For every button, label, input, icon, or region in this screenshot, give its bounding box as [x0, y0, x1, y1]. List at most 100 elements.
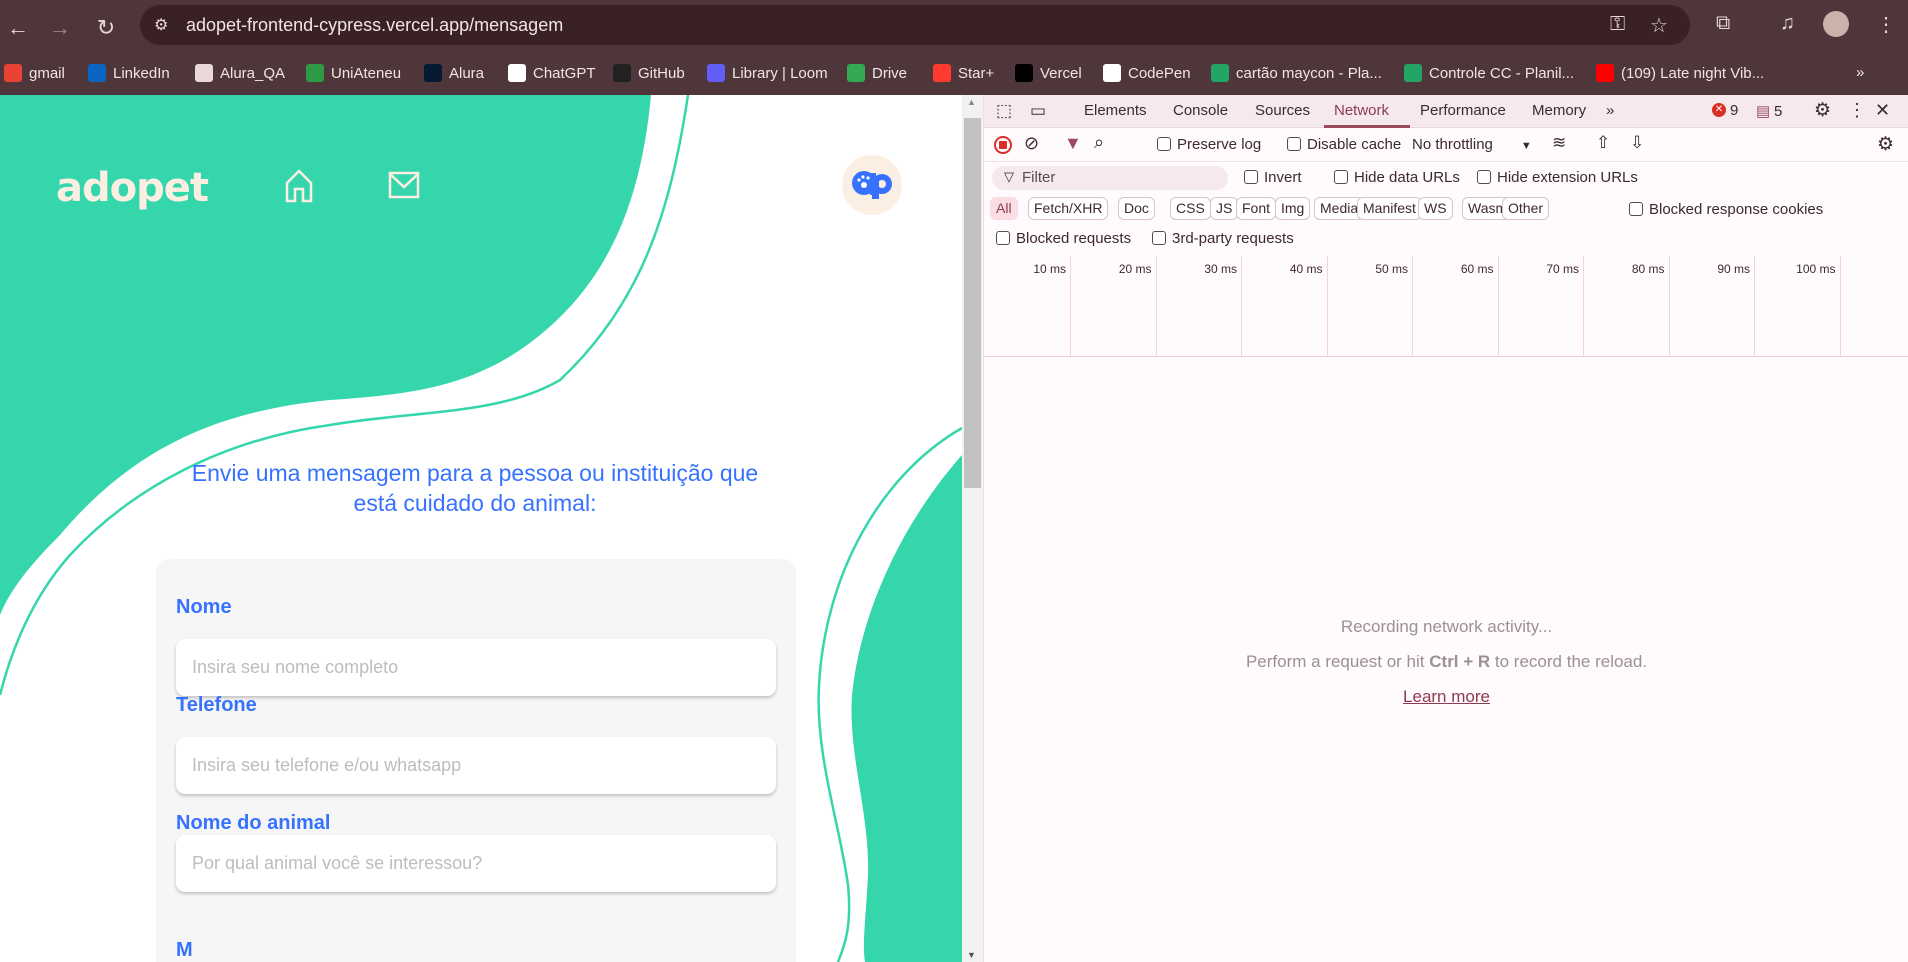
filter-funnel-icon[interactable]: ▼ [1064, 133, 1082, 154]
type-filter-all[interactable]: All [990, 197, 1018, 220]
network-settings-icon[interactable]: ⚙ [1877, 133, 1894, 156]
timeline-gridline [1070, 256, 1071, 356]
bookmark-item[interactable]: Vercel [1015, 64, 1082, 82]
back-button[interactable]: ← [0, 10, 36, 46]
tab-memory[interactable]: Memory [1532, 102, 1586, 119]
bookmark-item[interactable]: LinkedIn [88, 64, 170, 82]
reload-button[interactable]: ↻ [88, 10, 124, 46]
bookmark-item[interactable]: gmail [4, 64, 65, 82]
preserve-log-checkbox[interactable]: Preserve log [1157, 136, 1261, 153]
scrollbar-thumb[interactable] [964, 118, 981, 488]
blocked-response-cookies-checkbox[interactable]: Blocked response cookies [1629, 201, 1823, 218]
type-filter-other[interactable]: Other [1502, 197, 1550, 220]
tab-console[interactable]: Console [1173, 102, 1228, 119]
profile-avatar[interactable] [1823, 11, 1849, 37]
scroll-up-icon[interactable]: ▲ [967, 97, 976, 107]
bookmark-item[interactable]: GitHub [613, 64, 685, 82]
throttling-select[interactable]: No throttling ▼ [1412, 136, 1532, 153]
bookmark-label: Library | Loom [732, 64, 828, 82]
tab-sources[interactable]: Sources [1255, 102, 1310, 119]
error-count[interactable]: 9 [1730, 102, 1738, 119]
timeline-gridline [1668, 256, 1670, 356]
tab-performance[interactable]: Performance [1420, 102, 1506, 119]
bookmark-item[interactable]: Alura [424, 64, 484, 82]
tab-network[interactable]: Network [1334, 102, 1389, 119]
network-overview-timeline[interactable]: 10 ms 20 ms 30 ms 40 ms 50 ms 60 ms 70 ms 80 ms… [984, 256, 1908, 357]
inspect-element-icon[interactable]: ⬚ [996, 101, 1012, 121]
type-filter-ws[interactable]: WS [1418, 197, 1453, 220]
media-icon[interactable]: ♫ [1780, 12, 1795, 35]
bookmark-item[interactable]: (109) Late night Vib... [1596, 64, 1764, 82]
disable-cache-checkbox[interactable]: Disable cache [1287, 136, 1401, 153]
device-toolbar-icon[interactable]: ▭ [1030, 101, 1046, 121]
forward-button[interactable]: → [42, 10, 78, 46]
type-filter-doc[interactable]: Doc [1118, 197, 1155, 220]
warning-count[interactable]: 5 [1774, 103, 1782, 120]
close-devtools-icon[interactable]: ✕ [1875, 100, 1890, 121]
timeline-tick-label: 10 ms [1033, 262, 1066, 276]
bookmark-item[interactable]: Drive [847, 64, 907, 82]
timeline-tick-label: 30 ms [1204, 262, 1237, 276]
timeline-tick-label: 90 ms [1717, 262, 1750, 276]
filter-input[interactable]: ▽ Filter [992, 166, 1228, 190]
type-filter-fetchxhr[interactable]: Fetch/XHR [1028, 197, 1109, 220]
type-filter-css[interactable]: CSS [1170, 197, 1211, 220]
scroll-down-icon[interactable]: ▼ [967, 950, 976, 960]
timeline-gridline [1155, 256, 1157, 356]
bookmark-item[interactable]: CodePen [1103, 64, 1191, 82]
timeline-tick-label: 70 ms [1546, 262, 1579, 276]
blocked-requests-checkbox[interactable]: Blocked requests [996, 230, 1131, 247]
more-tabs-icon[interactable]: » [1606, 102, 1614, 119]
empty-title: Recording network activity... [1340, 617, 1553, 636]
adopet-logo[interactable]: adopet [56, 165, 209, 211]
mail-icon[interactable] [388, 171, 420, 199]
search-icon[interactable]: ⌕ [1094, 132, 1104, 153]
bookmark-item[interactable]: Alura_QA [195, 64, 285, 82]
active-tab-indicator [1324, 125, 1410, 128]
export-har-icon[interactable]: ⇩ [1630, 133, 1644, 153]
key-icon[interactable]: ⚿ [1610, 13, 1625, 36]
warning-icon[interactable]: ▤ [1756, 102, 1770, 120]
timeline-gridline [1839, 256, 1841, 356]
more-bookmarks-icon[interactable]: » [1856, 64, 1864, 81]
phone-label: Telefone [176, 694, 257, 716]
site-info-icon[interactable]: ⚙ [154, 15, 168, 35]
bookmark-item[interactable]: Library | Loom [707, 64, 828, 82]
clear-icon[interactable]: ⊘ [1024, 133, 1039, 154]
hide-data-urls-checkbox[interactable]: Hide data URLs [1334, 169, 1460, 186]
home-icon[interactable] [284, 169, 314, 203]
more-options-icon[interactable]: ⋮ [1848, 100, 1866, 121]
bookmark-item[interactable]: cartão maycon - Pla... [1211, 64, 1382, 82]
import-har-icon[interactable]: ⇧ [1596, 133, 1610, 153]
menu-icon[interactable]: ⋮ [1876, 12, 1896, 37]
name-input[interactable] [176, 639, 776, 696]
network-toolbar: ⊘ ▼ ⌕ Preserve log Disable cache No thro… [984, 129, 1908, 162]
url-text[interactable]: adopet-frontend-cypress.vercel.app/mensa… [186, 15, 563, 36]
third-party-requests-checkbox[interactable]: 3rd-party requests [1152, 230, 1294, 247]
bookmark-item[interactable]: ChatGPT [508, 64, 596, 82]
tab-elements[interactable]: Elements [1084, 102, 1147, 119]
type-filter-img[interactable]: Img [1275, 197, 1311, 220]
network-conditions-icon[interactable]: ≋ [1552, 133, 1566, 153]
phone-input[interactable] [176, 737, 776, 794]
hide-extension-urls-checkbox[interactable]: Hide extension URLs [1477, 169, 1638, 186]
devtools-panel: ⬚ ▭ Elements Console Sources Network Per… [983, 95, 1908, 962]
bookmark-item[interactable]: Star+ [933, 64, 994, 82]
star-icon[interactable]: ☆ [1650, 13, 1668, 38]
type-filter-manifest[interactable]: Manifest [1357, 197, 1422, 220]
name-label: Nome [176, 596, 232, 618]
settings-icon[interactable]: ⚙ [1814, 99, 1831, 122]
page-scrollbar[interactable]: ▲ ▼ [962, 95, 983, 962]
bookmark-item[interactable]: Controle CC - Planil... [1404, 64, 1574, 82]
bookmark-item[interactable]: UniAteneu [306, 64, 401, 82]
error-icon[interactable]: ✕ [1712, 103, 1726, 117]
learn-more-link[interactable]: Learn more [1403, 687, 1490, 706]
user-avatar[interactable] [842, 155, 902, 215]
address-bar[interactable]: ⚙ adopet-frontend-cypress.vercel.app/men… [140, 5, 1690, 45]
type-filter-js[interactable]: JS [1210, 197, 1239, 220]
animal-name-input[interactable] [176, 835, 776, 892]
invert-checkbox[interactable]: Invert [1244, 169, 1302, 186]
extensions-icon[interactable]: ⧉ [1716, 12, 1730, 35]
type-filter-font[interactable]: Font [1236, 197, 1277, 220]
record-button[interactable] [994, 136, 1012, 154]
